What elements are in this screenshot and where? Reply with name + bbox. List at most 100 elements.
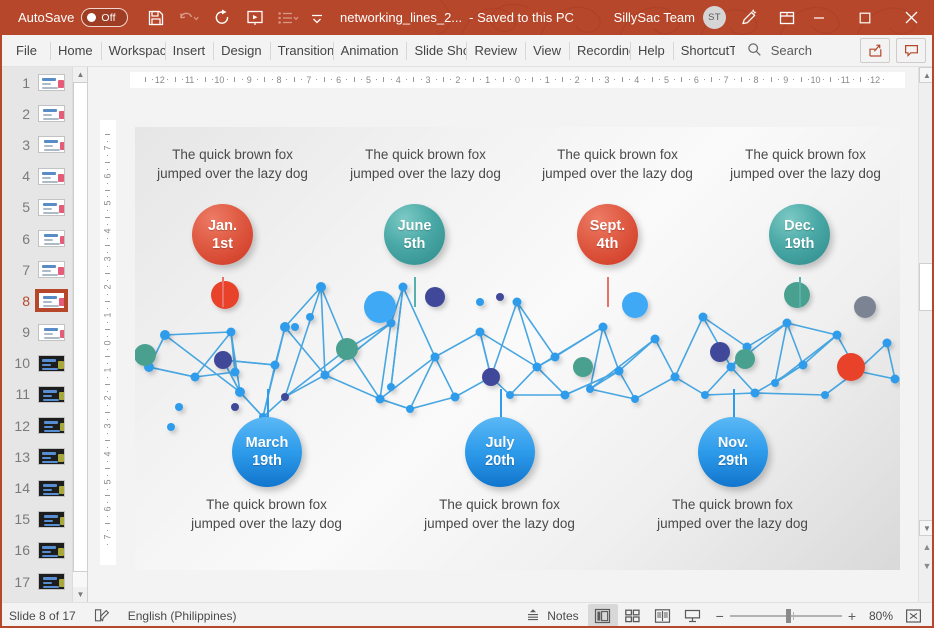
- tab-review[interactable]: Review: [466, 35, 525, 67]
- slide-thumbnail-preview[interactable]: [38, 230, 65, 248]
- comments-icon[interactable]: [896, 38, 926, 63]
- slide-thumbnail-pane[interactable]: 1 2 3 4 5 6 7 8 9 10 11 12 13 14 15 16 17 ▲ ▼: [0, 67, 88, 602]
- pen-annotation-icon[interactable]: [734, 4, 764, 31]
- milestone-text-top-1[interactable]: The quick brown fox jumped over the lazy…: [150, 145, 315, 183]
- tab-view[interactable]: View: [525, 35, 569, 67]
- slide-thumbnail-preview[interactable]: [38, 323, 65, 341]
- autosave-control[interactable]: AutoSave Off: [18, 8, 129, 27]
- normal-view-button[interactable]: [587, 604, 618, 628]
- milestone-bubble-nov[interactable]: Nov. 29th: [698, 417, 768, 487]
- thumbnail-scroll-thumb[interactable]: [73, 82, 87, 572]
- language-indicator[interactable]: English (Philippines): [119, 603, 246, 628]
- milestone-bubble-dec[interactable]: Dec. 19th: [769, 204, 830, 265]
- tab-help[interactable]: Help: [630, 35, 673, 67]
- slide-thumbnail-preview[interactable]: [38, 448, 65, 466]
- slide-thumbnail-preview[interactable]: [38, 105, 65, 123]
- slide-thumbnail-preview[interactable]: [38, 167, 65, 185]
- redo-icon[interactable]: [207, 4, 237, 31]
- minimize-button[interactable]: [796, 0, 842, 35]
- milestone-bubble-june[interactable]: June 5th: [384, 204, 445, 265]
- milestone-bubble-july[interactable]: July 20th: [465, 417, 535, 487]
- tab-home[interactable]: Home: [49, 35, 101, 67]
- team-name[interactable]: SillySac Team: [614, 10, 695, 25]
- search-input[interactable]: Search: [771, 43, 812, 58]
- slide-thumbnail-preview[interactable]: [38, 385, 65, 403]
- slide-thumbnail-preview[interactable]: [38, 479, 65, 497]
- vruler-minor-tick: [107, 349, 108, 351]
- bullets-icon[interactable]: [273, 4, 303, 31]
- ruler-tick-label: 1: [485, 75, 491, 85]
- vertical-ruler[interactable]: 7 6 5 4 3 2 1 0 1 2 3 4 5 6 7: [100, 120, 116, 565]
- milestone-bubble-march[interactable]: March 19th: [232, 417, 302, 487]
- search-box[interactable]: Search: [747, 42, 812, 60]
- share-icon[interactable]: [860, 38, 890, 63]
- close-button[interactable]: [888, 0, 934, 35]
- milestone-text-top-4[interactable]: The quick brown fox jumped over the lazy…: [723, 145, 888, 183]
- milestone-text-bottom-1[interactable]: The quick brown fox jumped over the lazy…: [184, 495, 349, 533]
- tab-shortcuttools[interactable]: ShortcutTo: [672, 35, 735, 67]
- thumbnail-scroll-down-icon[interactable]: ▼: [73, 587, 87, 602]
- avatar[interactable]: ST: [703, 6, 726, 29]
- zoom-in-button[interactable]: +: [848, 608, 856, 624]
- notes-button[interactable]: Notes: [517, 603, 587, 628]
- tab-recording[interactable]: Recording: [569, 35, 630, 67]
- reading-view-button[interactable]: [648, 604, 678, 628]
- thumbnail-scroll-up-icon[interactable]: ▲: [73, 67, 87, 82]
- slide-thumbnail-number: 14: [14, 480, 30, 497]
- slide-thumbnail-preview[interactable]: [38, 198, 65, 216]
- slide-show-button[interactable]: [678, 604, 708, 628]
- zoom-level[interactable]: 80%: [864, 609, 898, 623]
- undo-icon[interactable]: [174, 4, 204, 31]
- tab-design[interactable]: Design: [213, 35, 269, 67]
- milestone-text-bottom-2[interactable]: The quick brown fox jumped over the lazy…: [417, 495, 582, 533]
- ruler-minor-tick: [882, 79, 884, 80]
- milestone-text-top-3[interactable]: The quick brown fox jumped over the lazy…: [535, 145, 700, 183]
- slide-thumbnail-preview[interactable]: [35, 289, 68, 313]
- start-presentation-icon[interactable]: [240, 4, 270, 31]
- zoom-slider[interactable]: − +: [716, 608, 856, 624]
- milestone-bubble-sept[interactable]: Sept. 4th: [577, 204, 638, 265]
- slide-thumbnail-preview[interactable]: [38, 417, 65, 435]
- status-bar: Slide 8 of 17 English (Philippines) Note…: [0, 602, 934, 628]
- slide-sorter-button[interactable]: [618, 604, 648, 628]
- tab-insert[interactable]: Insert: [164, 35, 214, 67]
- tab-workspace[interactable]: Workspac: [100, 35, 165, 67]
- milestone-bubble-jan-line1: Jan.: [207, 217, 237, 234]
- tab-slide-show[interactable]: Slide Shov: [406, 35, 466, 67]
- milestone-text-top-2[interactable]: The quick brown fox jumped over the lazy…: [343, 145, 508, 183]
- zoom-out-button[interactable]: −: [716, 608, 724, 624]
- accessibility-checker-icon[interactable]: [85, 603, 119, 628]
- milestone-bubble-nov-line1: Nov.: [717, 435, 749, 451]
- milestone-bubble-july-line1: July: [485, 435, 515, 451]
- ruler-major-tick: [234, 77, 236, 82]
- slide-thumbnail-preview[interactable]: [38, 74, 65, 92]
- milestone-bubble-jan[interactable]: Jan. 1st: [192, 204, 253, 265]
- milestone-text-bottom-3[interactable]: The quick brown fox jumped over the lazy…: [650, 495, 815, 533]
- slide-canvas[interactable]: The quick brown fox jumped over the lazy…: [135, 127, 900, 570]
- thumbnail-scrollbar[interactable]: ▲ ▼: [72, 67, 87, 602]
- vruler-major-tick: [105, 495, 110, 497]
- zoom-handle[interactable]: [785, 609, 791, 623]
- slide-thumbnail-preview[interactable]: [38, 354, 65, 372]
- horizontal-ruler[interactable]: 12 11 10 9 8 7 6 5 4 3 2 1 0 1 2 3 4 5 6 7 8 9 10 11 12: [130, 72, 905, 88]
- tab-transitions[interactable]: Transition: [269, 35, 333, 67]
- slide-thumbnail-preview[interactable]: [38, 573, 65, 591]
- ruler-minor-tick: [450, 79, 452, 80]
- maximize-button[interactable]: [842, 0, 888, 35]
- slide-thumbnail-preview[interactable]: [38, 510, 65, 528]
- slide-thumbnail-preview[interactable]: [38, 261, 65, 279]
- customize-qat-icon[interactable]: [306, 4, 328, 31]
- slide-thumbnail-preview[interactable]: [38, 136, 65, 154]
- slide-counter[interactable]: Slide 8 of 17: [0, 603, 85, 628]
- fit-slide-to-window-icon[interactable]: [898, 604, 928, 628]
- vruler-major-tick: [105, 189, 110, 191]
- save-icon[interactable]: [141, 4, 171, 31]
- tab-file[interactable]: File: [0, 35, 50, 67]
- ruler-minor-tick: [837, 79, 839, 80]
- autosave-toggle[interactable]: Off: [81, 8, 129, 27]
- ruler-minor-tick: [808, 79, 810, 80]
- tab-animations[interactable]: Animation: [332, 35, 407, 67]
- zoom-track[interactable]: [729, 609, 842, 623]
- slide-thumbnail-preview[interactable]: [38, 541, 65, 559]
- vruler-minor-tick: [107, 293, 108, 295]
